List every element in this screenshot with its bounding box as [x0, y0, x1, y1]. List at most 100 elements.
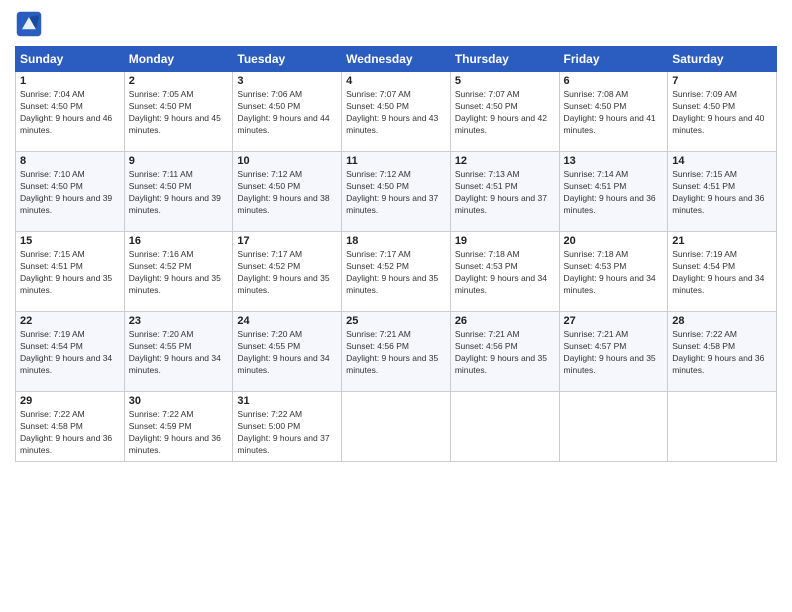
- daylight: Daylight: 9 hours and 45 minutes.: [129, 113, 221, 135]
- day-cell: 24 Sunrise: 7:20 AM Sunset: 4:55 PM Dayl…: [233, 312, 342, 392]
- sunrise: Sunrise: 7:20 AM: [129, 329, 194, 339]
- day-info: Sunrise: 7:16 AM Sunset: 4:52 PM Dayligh…: [129, 249, 229, 297]
- sunset: Sunset: 4:55 PM: [237, 341, 300, 351]
- sunrise: Sunrise: 7:21 AM: [564, 329, 629, 339]
- sunrise: Sunrise: 7:08 AM: [564, 89, 629, 99]
- day-number: 25: [346, 315, 446, 327]
- sunset: Sunset: 4:53 PM: [564, 261, 627, 271]
- daylight: Daylight: 9 hours and 35 minutes.: [20, 273, 112, 295]
- day-cell: 11 Sunrise: 7:12 AM Sunset: 4:50 PM Dayl…: [342, 152, 451, 232]
- day-info: Sunrise: 7:14 AM Sunset: 4:51 PM Dayligh…: [564, 169, 664, 217]
- daylight: Daylight: 9 hours and 34 minutes.: [20, 353, 112, 375]
- day-cell: 15 Sunrise: 7:15 AM Sunset: 4:51 PM Dayl…: [16, 232, 125, 312]
- day-number: 29: [20, 395, 120, 407]
- sunrise: Sunrise: 7:12 AM: [237, 169, 302, 179]
- sunset: Sunset: 4:50 PM: [129, 181, 192, 191]
- empty-day-cell: [342, 392, 451, 462]
- empty-day-cell: [668, 392, 777, 462]
- day-number: 1: [20, 75, 120, 87]
- day-cell: 27 Sunrise: 7:21 AM Sunset: 4:57 PM Dayl…: [559, 312, 668, 392]
- sunrise: Sunrise: 7:21 AM: [346, 329, 411, 339]
- day-cell: 20 Sunrise: 7:18 AM Sunset: 4:53 PM Dayl…: [559, 232, 668, 312]
- day-number: 2: [129, 75, 229, 87]
- day-number: 4: [346, 75, 446, 87]
- day-cell: 9 Sunrise: 7:11 AM Sunset: 4:50 PM Dayli…: [124, 152, 233, 232]
- sunrise: Sunrise: 7:13 AM: [455, 169, 520, 179]
- sunrise: Sunrise: 7:09 AM: [672, 89, 737, 99]
- sunrise: Sunrise: 7:04 AM: [20, 89, 85, 99]
- day-header-thursday: Thursday: [450, 47, 559, 72]
- day-info: Sunrise: 7:22 AM Sunset: 4:58 PM Dayligh…: [672, 329, 772, 377]
- day-info: Sunrise: 7:20 AM Sunset: 4:55 PM Dayligh…: [237, 329, 337, 377]
- day-info: Sunrise: 7:05 AM Sunset: 4:50 PM Dayligh…: [129, 89, 229, 137]
- sunrise: Sunrise: 7:22 AM: [129, 409, 194, 419]
- day-info: Sunrise: 7:13 AM Sunset: 4:51 PM Dayligh…: [455, 169, 555, 217]
- sunrise: Sunrise: 7:05 AM: [129, 89, 194, 99]
- daylight: Daylight: 9 hours and 36 minutes.: [672, 353, 764, 375]
- day-number: 9: [129, 155, 229, 167]
- sunset: Sunset: 4:59 PM: [129, 421, 192, 431]
- day-cell: 13 Sunrise: 7:14 AM Sunset: 4:51 PM Dayl…: [559, 152, 668, 232]
- day-header-wednesday: Wednesday: [342, 47, 451, 72]
- day-header-friday: Friday: [559, 47, 668, 72]
- day-cell: 7 Sunrise: 7:09 AM Sunset: 4:50 PM Dayli…: [668, 72, 777, 152]
- day-cell: 26 Sunrise: 7:21 AM Sunset: 4:56 PM Dayl…: [450, 312, 559, 392]
- day-number: 18: [346, 235, 446, 247]
- sunset: Sunset: 4:52 PM: [346, 261, 409, 271]
- day-info: Sunrise: 7:07 AM Sunset: 4:50 PM Dayligh…: [455, 89, 555, 137]
- daylight: Daylight: 9 hours and 35 minutes.: [564, 353, 656, 375]
- day-header-tuesday: Tuesday: [233, 47, 342, 72]
- sunrise: Sunrise: 7:16 AM: [129, 249, 194, 259]
- sunset: Sunset: 4:50 PM: [346, 101, 409, 111]
- daylight: Daylight: 9 hours and 37 minutes.: [455, 193, 547, 215]
- sunrise: Sunrise: 7:12 AM: [346, 169, 411, 179]
- sunset: Sunset: 5:00 PM: [237, 421, 300, 431]
- day-cell: 22 Sunrise: 7:19 AM Sunset: 4:54 PM Dayl…: [16, 312, 125, 392]
- day-cell: 2 Sunrise: 7:05 AM Sunset: 4:50 PM Dayli…: [124, 72, 233, 152]
- day-info: Sunrise: 7:21 AM Sunset: 4:57 PM Dayligh…: [564, 329, 664, 377]
- sunset: Sunset: 4:50 PM: [237, 181, 300, 191]
- day-info: Sunrise: 7:22 AM Sunset: 5:00 PM Dayligh…: [237, 409, 337, 457]
- day-number: 19: [455, 235, 555, 247]
- sunrise: Sunrise: 7:15 AM: [20, 249, 85, 259]
- logo-icon: [15, 10, 43, 38]
- day-info: Sunrise: 7:12 AM Sunset: 4:50 PM Dayligh…: [237, 169, 337, 217]
- day-info: Sunrise: 7:08 AM Sunset: 4:50 PM Dayligh…: [564, 89, 664, 137]
- calendar-page: SundayMondayTuesdayWednesdayThursdayFrid…: [0, 0, 792, 612]
- page-header: [15, 10, 777, 38]
- day-number: 13: [564, 155, 664, 167]
- day-cell: 16 Sunrise: 7:16 AM Sunset: 4:52 PM Dayl…: [124, 232, 233, 312]
- day-number: 11: [346, 155, 446, 167]
- day-number: 31: [237, 395, 337, 407]
- sunrise: Sunrise: 7:07 AM: [346, 89, 411, 99]
- daylight: Daylight: 9 hours and 43 minutes.: [346, 113, 438, 135]
- day-info: Sunrise: 7:09 AM Sunset: 4:50 PM Dayligh…: [672, 89, 772, 137]
- day-info: Sunrise: 7:12 AM Sunset: 4:50 PM Dayligh…: [346, 169, 446, 217]
- sunrise: Sunrise: 7:19 AM: [672, 249, 737, 259]
- day-cell: 19 Sunrise: 7:18 AM Sunset: 4:53 PM Dayl…: [450, 232, 559, 312]
- day-cell: 17 Sunrise: 7:17 AM Sunset: 4:52 PM Dayl…: [233, 232, 342, 312]
- sunrise: Sunrise: 7:07 AM: [455, 89, 520, 99]
- calendar-week-row: 15 Sunrise: 7:15 AM Sunset: 4:51 PM Dayl…: [16, 232, 777, 312]
- daylight: Daylight: 9 hours and 41 minutes.: [564, 113, 656, 135]
- day-info: Sunrise: 7:22 AM Sunset: 4:59 PM Dayligh…: [129, 409, 229, 457]
- sunset: Sunset: 4:51 PM: [564, 181, 627, 191]
- sunset: Sunset: 4:51 PM: [672, 181, 735, 191]
- sunset: Sunset: 4:56 PM: [455, 341, 518, 351]
- sunrise: Sunrise: 7:18 AM: [455, 249, 520, 259]
- daylight: Daylight: 9 hours and 34 minutes.: [237, 353, 329, 375]
- empty-day-cell: [559, 392, 668, 462]
- day-cell: 3 Sunrise: 7:06 AM Sunset: 4:50 PM Dayli…: [233, 72, 342, 152]
- sunset: Sunset: 4:51 PM: [20, 261, 83, 271]
- day-info: Sunrise: 7:15 AM Sunset: 4:51 PM Dayligh…: [672, 169, 772, 217]
- daylight: Daylight: 9 hours and 34 minutes.: [455, 273, 547, 295]
- daylight: Daylight: 9 hours and 34 minutes.: [672, 273, 764, 295]
- daylight: Daylight: 9 hours and 35 minutes.: [237, 273, 329, 295]
- sunrise: Sunrise: 7:22 AM: [237, 409, 302, 419]
- day-cell: 23 Sunrise: 7:20 AM Sunset: 4:55 PM Dayl…: [124, 312, 233, 392]
- day-number: 17: [237, 235, 337, 247]
- day-cell: 4 Sunrise: 7:07 AM Sunset: 4:50 PM Dayli…: [342, 72, 451, 152]
- day-info: Sunrise: 7:18 AM Sunset: 4:53 PM Dayligh…: [564, 249, 664, 297]
- day-info: Sunrise: 7:19 AM Sunset: 4:54 PM Dayligh…: [672, 249, 772, 297]
- day-number: 16: [129, 235, 229, 247]
